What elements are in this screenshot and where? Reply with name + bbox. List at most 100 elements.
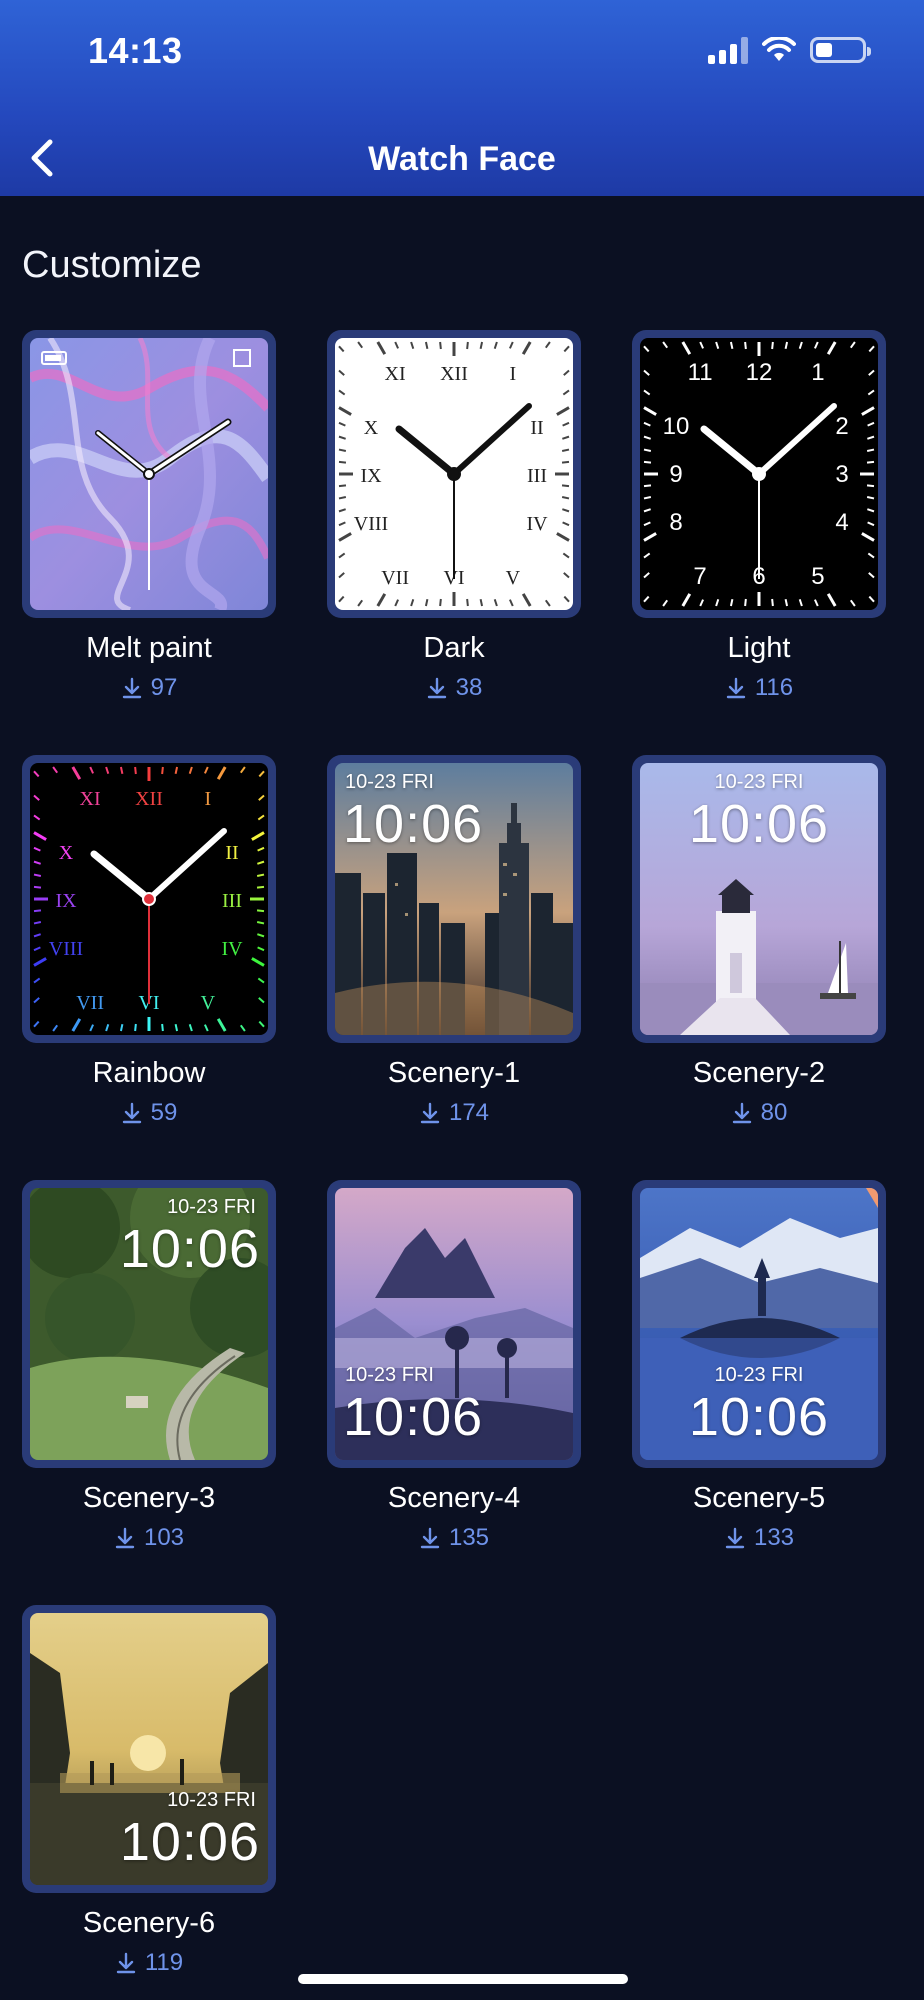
- download-count: 97: [22, 674, 276, 702]
- home-indicator: [298, 1974, 628, 1984]
- download-icon: [419, 1527, 441, 1549]
- status-icons: [708, 36, 871, 64]
- watch-face-preview: 10-23 FRI 10:06: [30, 1613, 268, 1885]
- dial-numeral: IV: [221, 938, 243, 960]
- dial-numeral: 12: [746, 359, 773, 386]
- watch-face-card-rainbow[interactable]: XII I II III IV V VI VII VIII IX X XI: [22, 755, 276, 1043]
- dial-numeral: XII: [135, 788, 163, 810]
- dial-numeral: II: [225, 842, 238, 864]
- watch-face-preview: 10-23 FRI 10:06: [640, 1188, 878, 1460]
- download-count-value: 80: [760, 1099, 788, 1126]
- download-icon: [121, 1102, 143, 1124]
- watch-face-preview: 121234567891011: [640, 338, 878, 610]
- face-date: 10-23 FRI: [167, 1196, 256, 1218]
- face-time: 10:06: [688, 1387, 830, 1447]
- dial-numeral: VII: [76, 992, 104, 1014]
- watch-face-card-scenery-1[interactable]: 10-23 FRI 10:06: [327, 755, 581, 1043]
- watch-face-card-melt-paint[interactable]: [22, 330, 276, 618]
- dial-numeral: XI: [80, 788, 101, 810]
- watch-face-card-dark[interactable]: XII I II III IV V VI VII VIII IX X XI: [327, 330, 581, 618]
- dial-numeral: 7: [693, 563, 706, 590]
- download-icon: [731, 1102, 753, 1124]
- watch-face-card-scenery-6[interactable]: 10-23 FRI 10:06: [22, 1605, 276, 1893]
- watch-face-name: Scenery-2: [692, 1057, 826, 1089]
- watch-face-name: Dark: [423, 632, 485, 664]
- dial-numeral: III: [527, 465, 547, 487]
- dial-numeral: 2: [835, 413, 848, 440]
- status-time: 14:13: [88, 30, 183, 71]
- download-count: 38: [327, 674, 581, 702]
- face-time: 10:06: [688, 794, 830, 854]
- download-icon: [115, 1952, 137, 1974]
- section-title: Customize: [22, 244, 202, 286]
- face-date: 10-23 FRI: [714, 1364, 804, 1386]
- download-count: 135: [327, 1524, 581, 1552]
- download-count: 103: [22, 1524, 276, 1552]
- watch-face-name: Light: [727, 632, 791, 664]
- battery-icon: [810, 37, 871, 63]
- download-count-value: 133: [753, 1524, 795, 1551]
- watch-face-name: Scenery-4: [387, 1482, 521, 1514]
- dial-numeral: X: [59, 842, 74, 864]
- dial-numeral: II: [530, 417, 543, 439]
- dial-numeral: V: [201, 992, 216, 1014]
- download-count: 174: [327, 1099, 581, 1127]
- download-count-value: 59: [150, 1099, 178, 1126]
- download-count: 133: [632, 1524, 886, 1552]
- download-count-value: 135: [448, 1524, 490, 1551]
- dial-numeral: XI: [385, 363, 406, 385]
- dial-numeral: 8: [669, 509, 682, 536]
- download-count: 80: [632, 1099, 886, 1127]
- cellular-signal-icon: [708, 36, 748, 64]
- download-count: 119: [22, 1949, 276, 1977]
- download-icon: [114, 1527, 136, 1549]
- face-date: 10-23 FRI: [167, 1789, 256, 1811]
- face-time: 10:06: [343, 1387, 484, 1447]
- watch-face-preview: 10-23 FRI 10:06: [335, 1188, 573, 1460]
- dial-numeral: VII: [381, 567, 409, 589]
- dial-numeral: I: [510, 363, 517, 385]
- watch-face-preview: 10-23 FRI 10:06: [335, 763, 573, 1035]
- watch-face-card-light[interactable]: 121234567891011: [632, 330, 886, 618]
- dial-numeral: XII: [440, 363, 468, 385]
- watch-face-name: Scenery-6: [82, 1907, 216, 1939]
- page-title: Watch Face: [368, 140, 556, 178]
- watch-face-card-scenery-5[interactable]: 10-23 FRI 10:06: [632, 1180, 886, 1468]
- download-icon: [419, 1102, 441, 1124]
- download-count-value: 116: [754, 674, 794, 701]
- watch-face-preview: 10-23 FRI 10:06: [30, 1188, 268, 1460]
- watch-face-card-scenery-3[interactable]: 10-23 FRI 10:06: [22, 1180, 276, 1468]
- download-count: 59: [22, 1099, 276, 1127]
- watch-face-name: Melt paint: [86, 632, 212, 664]
- face-date: 10-23 FRI: [345, 1364, 434, 1386]
- download-count: 116: [632, 674, 886, 702]
- dial-numeral: III: [222, 890, 242, 912]
- face-time: 10:06: [119, 1812, 260, 1872]
- watch-face-preview: XII I II III IV V VI VII VIII IX X XI: [335, 338, 573, 610]
- dial-numeral: X: [364, 417, 379, 439]
- dial-numeral: VIII: [49, 938, 83, 960]
- dial-numeral: 1: [811, 359, 824, 386]
- dial-numeral: IX: [55, 890, 77, 912]
- face-date: 10-23 FRI: [345, 771, 434, 793]
- dial-numeral: 5: [811, 563, 824, 590]
- dial-numeral: 11: [688, 359, 713, 386]
- download-count-value: 38: [455, 674, 483, 701]
- dial-numeral: IV: [526, 513, 548, 535]
- watch-face-card-scenery-4[interactable]: 10-23 FRI 10:06: [327, 1180, 581, 1468]
- watch-face-card-scenery-2[interactable]: 10-23 FRI 10:06: [632, 755, 886, 1043]
- wifi-icon: [762, 37, 796, 61]
- download-icon: [725, 677, 747, 699]
- dial-numeral: VIII: [354, 513, 388, 535]
- dial-numeral: I: [205, 788, 212, 810]
- watch-face-preview: 10-23 FRI 10:06: [640, 763, 878, 1035]
- watch-face-preview: [30, 338, 268, 610]
- download-count-value: 119: [144, 1949, 184, 1976]
- download-icon: [121, 677, 143, 699]
- face-time: 10:06: [119, 1219, 260, 1279]
- dial-numeral: 3: [835, 461, 848, 488]
- face-date: 10-23 FRI: [714, 771, 804, 793]
- dial-numeral: 9: [669, 461, 682, 488]
- download-count-value: 174: [448, 1099, 490, 1126]
- download-icon: [724, 1527, 746, 1549]
